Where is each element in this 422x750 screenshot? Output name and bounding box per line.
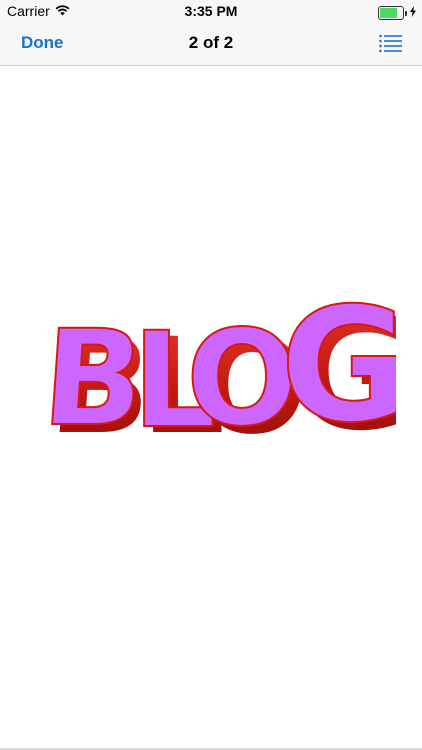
charging-bolt-icon [410, 4, 416, 22]
battery-cap [405, 10, 407, 16]
status-bar: Carrier 3:35 PM [0, 0, 422, 22]
battery-level [380, 8, 397, 18]
letter-g-face: G [280, 282, 396, 458]
preview-content: B L O G B L O G [0, 66, 422, 748]
blog-3d-text-image: B L O G B L O G [44, 282, 396, 462]
status-right [378, 4, 416, 22]
navigation-bar: Done 2 of 2 [0, 22, 422, 66]
page-title: 2 of 2 [188, 33, 234, 52]
list-icon[interactable] [379, 34, 402, 53]
battery-icon [378, 6, 404, 20]
status-time: 3:35 PM [184, 3, 238, 19]
quick-look-screen: Carrier 3:35 PM Done 2 of 2 B L O G B L … [0, 0, 422, 750]
